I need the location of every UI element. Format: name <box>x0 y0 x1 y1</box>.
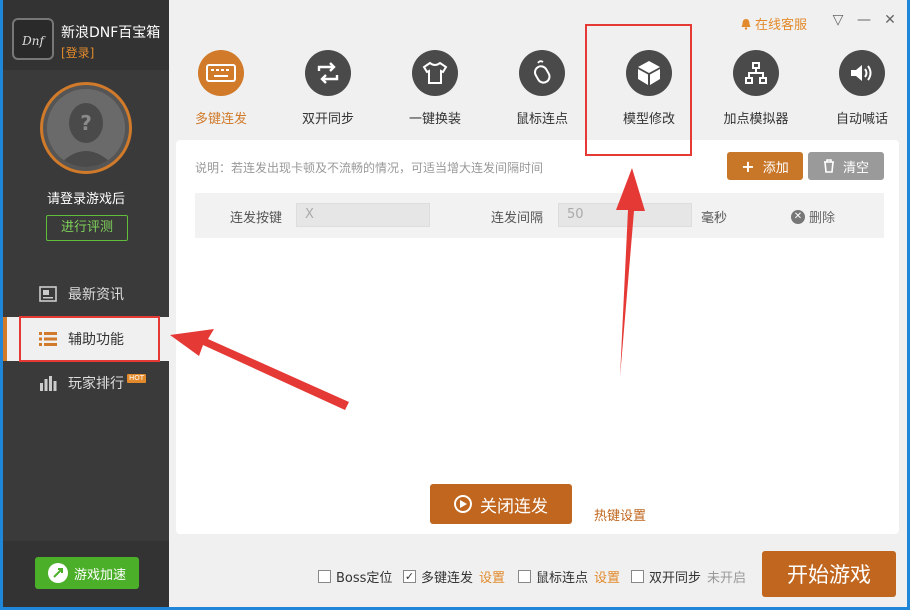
shirt-icon <box>412 50 458 96</box>
tab-mouse-click[interactable]: 鼠标连点 <box>497 50 587 127</box>
key-row: 连发按键 X 连发间隔 50 毫秒 ✕ 删除 <box>195 193 884 238</box>
bottom-bar: Boss定位 ✓ 多键连发 设置 鼠标连点 设置 双开同步 未开启 开始游戏 <box>169 541 907 607</box>
add-label: 添加 <box>762 160 789 176</box>
tab-skill-sim[interactable]: 加点模拟器 <box>711 50 801 127</box>
tab-multi-key[interactable]: 多键连发 <box>176 50 266 127</box>
option-dual-sync[interactable]: 双开同步 未开启 <box>631 567 746 586</box>
bar-chart-icon <box>38 373 58 393</box>
sync-icon <box>305 50 351 96</box>
dual-sync-status: 未开启 <box>707 571 747 586</box>
delete-button[interactable]: ✕ 删除 <box>791 207 835 226</box>
tab-label: 加点模拟器 <box>723 112 789 127</box>
dropdown-icon[interactable]: ▽ <box>830 12 846 28</box>
checkbox[interactable] <box>318 570 331 583</box>
sidebar-item-news[interactable]: 最新资讯 <box>3 272 169 316</box>
close-multi-key-label: 关闭连发 <box>480 496 548 517</box>
panel-note: 说明：若连发出现卡顿及不流畅的情况，可适当增大连发间隔时间 <box>195 161 544 175</box>
online-service-link[interactable]: 在线客服 <box>740 14 807 33</box>
hotkey-settings-link[interactable]: 热键设置 <box>594 505 646 524</box>
tab-label: 鼠标连点 <box>515 112 568 127</box>
accelerate-label: 游戏加速 <box>73 567 126 583</box>
highlight-assist <box>19 316 160 362</box>
unit-label: 毫秒 <box>701 211 728 226</box>
plus-icon: + <box>741 156 755 176</box>
tab-label: 双开同步 <box>301 112 354 127</box>
tab-auto-shout[interactable]: 自动喊话 <box>817 50 907 127</box>
multi-key-panel: 说明：若连发出现卡顿及不流畅的情况，可适当增大连发间隔时间 + 添加 清空 连发… <box>176 140 899 534</box>
accelerate-button[interactable]: 游戏加速 <box>35 557 139 589</box>
sidebar-item-label: 最新资讯 <box>68 287 124 303</box>
minimize-icon[interactable]: — <box>856 12 872 28</box>
mouse-click-settings-link[interactable]: 设置 <box>594 567 620 586</box>
app-title: 新浪DNF百宝箱 <box>61 25 161 41</box>
play-icon <box>454 495 472 513</box>
delete-label: 删除 <box>809 211 836 226</box>
option-mouse-click[interactable]: 鼠标连点 设置 <box>518 567 620 586</box>
sidebar: Dnf 新浪DNF百宝箱 [登录] ? 请登录游戏后 进行评测 最新资讯 辅助功… <box>3 0 169 607</box>
clear-label: 清空 <box>842 160 869 176</box>
multi-key-settings-link[interactable]: 设置 <box>479 567 505 586</box>
app-logo: Dnf <box>12 18 54 60</box>
checkbox[interactable] <box>631 570 644 583</box>
sidebar-footer: 游戏加速 <box>3 541 169 607</box>
mouse-icon <box>519 50 565 96</box>
speaker-icon <box>839 50 885 96</box>
sidebar-item-label: 玩家排行 <box>68 376 124 392</box>
delete-icon: ✕ <box>791 209 805 224</box>
key-label: 连发按键 <box>230 211 283 226</box>
interval-label: 连发间隔 <box>491 211 544 226</box>
trash-icon <box>823 159 834 173</box>
option-label: 双开同步 <box>649 571 702 586</box>
clear-button[interactable]: 清空 <box>808 152 884 180</box>
keyboard-icon <box>198 50 244 96</box>
tab-label: 自动喊话 <box>835 112 888 127</box>
service-icon <box>741 18 751 30</box>
start-game-button[interactable]: 开始游戏 <box>762 551 896 597</box>
close-icon[interactable]: ✕ <box>882 12 898 28</box>
option-label: 鼠标连点 <box>536 571 589 586</box>
highlight-model-edit <box>585 24 692 156</box>
sidebar-header: Dnf 新浪DNF百宝箱 [登录] <box>3 0 169 70</box>
key-input[interactable]: X <box>296 203 430 227</box>
svg-text:Dnf: Dnf <box>21 34 46 48</box>
eval-button[interactable]: 进行评测 <box>46 215 128 241</box>
interval-input[interactable]: 50 <box>558 203 692 227</box>
tab-outfit[interactable]: 一键换装 <box>390 50 480 127</box>
svg-text:?: ? <box>80 111 92 135</box>
hot-badge: HOT <box>127 373 147 383</box>
avatar[interactable]: ? <box>40 82 132 174</box>
login-link[interactable]: [登录] <box>61 44 94 61</box>
accelerate-icon <box>47 563 68 583</box>
checkbox[interactable] <box>518 570 531 583</box>
option-label: Boss定位 <box>336 571 393 586</box>
tool-tabs: 多键连发 双开同步 一键换装 鼠标连点 模型修改 加点模拟器 自动喊话 <box>169 40 907 132</box>
avatar-placeholder-icon: ? <box>47 89 125 167</box>
tab-label: 一键换装 <box>408 112 461 127</box>
option-label: 多键连发 <box>421 571 474 586</box>
online-service-label: 在线客服 <box>755 18 808 33</box>
option-multi-key[interactable]: ✓ 多键连发 设置 <box>403 567 505 586</box>
news-icon <box>38 284 58 304</box>
tab-label: 多键连发 <box>194 112 247 127</box>
title-bar: 在线客服 ▽ — ✕ <box>169 0 907 40</box>
sidebar-item-ranking[interactable]: 玩家排行 HOT <box>3 361 169 405</box>
app-window: Dnf 新浪DNF百宝箱 [登录] ? 请登录游戏后 进行评测 最新资讯 辅助功… <box>3 0 907 607</box>
login-hint: 请登录游戏后 <box>46 192 125 207</box>
option-boss-locate[interactable]: Boss定位 <box>318 567 392 586</box>
add-button[interactable]: + 添加 <box>727 152 803 180</box>
close-multi-key-button[interactable]: 关闭连发 <box>430 484 572 524</box>
checkbox-checked[interactable]: ✓ <box>403 570 416 583</box>
tab-dual-sync[interactable]: 双开同步 <box>283 50 373 127</box>
tree-icon <box>733 50 779 96</box>
